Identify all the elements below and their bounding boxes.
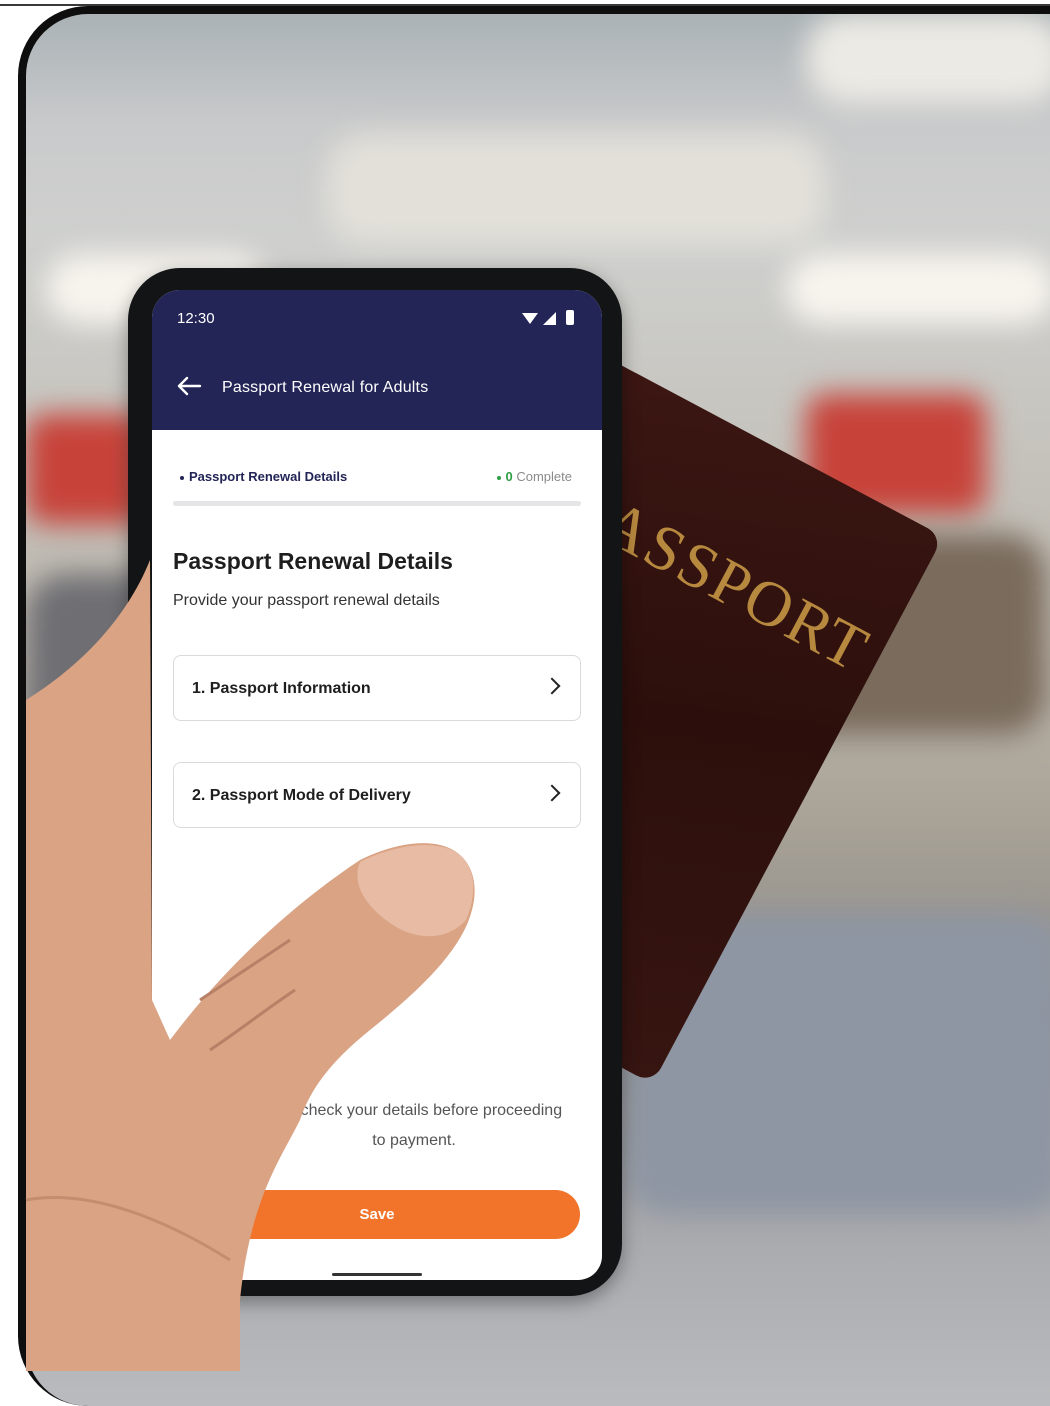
hand-illustration — [25, 560, 475, 1371]
